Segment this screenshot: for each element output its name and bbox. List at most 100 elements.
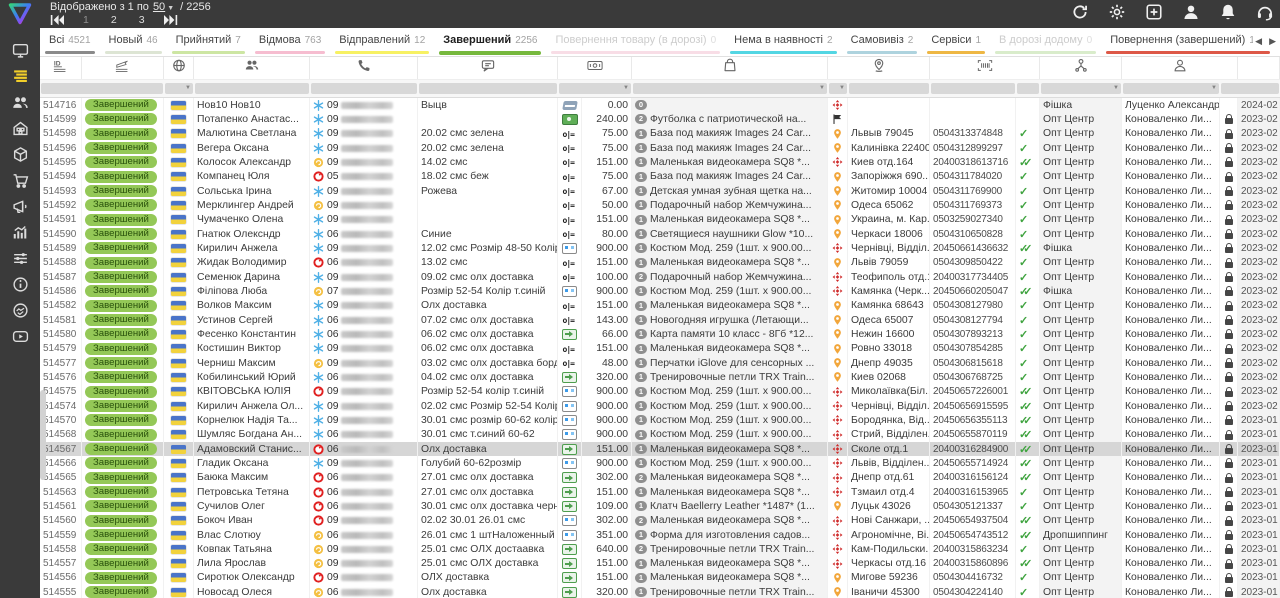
page-2-button[interactable]: 2	[107, 14, 121, 26]
notifications-bell-icon[interactable]	[1219, 3, 1237, 21]
order-row[interactable]: 514592ЗавершенийМерклингер Андрей0950.00…	[40, 198, 1280, 212]
order-row[interactable]: 514560ЗавершенийБокоч Иван0902.02 30.01 …	[40, 514, 1280, 528]
sidebar-item-video-tutorials[interactable]	[0, 326, 40, 352]
tab-7[interactable]: Повернення товару (в дорозі)0	[546, 28, 725, 56]
order-row[interactable]: 514589ЗавершенийКирилич Анжела0912.02 см…	[40, 241, 1280, 255]
order-row[interactable]: 514576ЗавершенийКобилинський Юрий0604.02…	[40, 370, 1280, 384]
page-1-button[interactable]: 1	[79, 14, 93, 26]
sidebar-item-products-box[interactable]	[0, 144, 40, 170]
header-address-column-icon[interactable]	[828, 57, 930, 79]
order-row[interactable]: 514563ЗавершенийПетровська Тетяна0627.01…	[40, 485, 1280, 499]
tab-1[interactable]: Всі4521	[40, 28, 100, 56]
vertical-scrollbar-thumb[interactable]	[40, 390, 46, 480]
header-product-column-icon[interactable]	[632, 57, 828, 79]
tab-11[interactable]: В дорозі додому0	[990, 28, 1101, 56]
order-row[interactable]: 514568ЗавершенийШумляс Богдана Ан...0630…	[40, 428, 1280, 442]
header-manager-column-icon[interactable]	[1122, 57, 1238, 79]
order-row[interactable]: 514566ЗавершенийГладик Оксана09Голубий 6…	[40, 456, 1280, 470]
order-row[interactable]: 514558ЗавершенийКовпак Татьяна0925.01 см…	[40, 542, 1280, 556]
order-row[interactable]: 514561ЗавершенийСучилов Олег0630.01 смс …	[40, 499, 1280, 513]
sidebar-item-customers[interactable]	[0, 92, 40, 118]
header-status-column-icon[interactable]	[82, 57, 164, 79]
order-row[interactable]: 514595ЗавершенийКолосок Александр0914.02…	[40, 155, 1280, 169]
tabs-scroll-right-icon[interactable]: ▶	[1269, 36, 1276, 47]
column-filter-input[interactable]	[931, 83, 1015, 94]
tab-2[interactable]: Новый46	[100, 28, 167, 56]
header-tracking-column-icon[interactable]	[930, 57, 1040, 79]
sidebar-item-statistics-chart[interactable]	[0, 222, 40, 248]
page-3-button[interactable]: 3	[135, 14, 149, 26]
sidebar-item-orders-list[interactable]	[0, 66, 40, 92]
account-icon[interactable]	[1182, 3, 1200, 21]
order-row[interactable]: 514587ЗавершенийСеменюк Дарина0909.02 см…	[40, 270, 1280, 284]
tab-6[interactable]: Завершений2256	[434, 28, 546, 56]
tab-5[interactable]: Відправлений12	[330, 28, 434, 56]
column-filter-input[interactable]: ▼	[829, 83, 847, 94]
support-headset-icon[interactable]	[1256, 3, 1274, 21]
sidebar-item-dashboard-monitor[interactable]	[0, 40, 40, 66]
header-phone-column-icon[interactable]	[310, 57, 418, 79]
order-row[interactable]: 514557ЗавершенийЛила Ярослав0925.01 смс …	[40, 557, 1280, 571]
column-filter-input[interactable]	[41, 83, 163, 94]
column-filter-input[interactable]: ▼	[1123, 83, 1219, 94]
tabs-scroll-left-icon[interactable]: ◀	[1255, 36, 1262, 47]
header-comment-column-icon[interactable]	[418, 57, 558, 79]
order-row[interactable]: 514556ЗавершенийСиротюк Олександр09ОЛХ д…	[40, 571, 1280, 585]
sidebar-item-info[interactable]	[0, 274, 40, 300]
order-row[interactable]: 514591ЗавершенийЧумаченко Олена09151.001…	[40, 213, 1280, 227]
header-payment-column-icon[interactable]	[558, 57, 632, 79]
order-row[interactable]: 514565ЗавершенийБаюка Максим0627.01 смс …	[40, 471, 1280, 485]
tab-8[interactable]: Нема в наявності2	[725, 28, 841, 56]
order-row[interactable]: 514575ЗавершенийКВІТОВСЬКА ЮЛІЯ09Розмір …	[40, 385, 1280, 399]
order-row[interactable]: 514574ЗавершенийКирилич Анжела Ол...0902…	[40, 399, 1280, 413]
refresh-icon[interactable]	[1071, 3, 1089, 21]
add-square-icon[interactable]	[1145, 3, 1163, 21]
header-date-column[interactable]	[1238, 57, 1280, 79]
header-country-column-icon[interactable]	[164, 57, 194, 79]
column-filter-input[interactable]	[1017, 83, 1039, 94]
order-row[interactable]: 514596ЗавершенийВегера Оксана0920.02 смс…	[40, 141, 1280, 155]
order-row[interactable]: 514598ЗавершенийМалютина Светлана0920.02…	[40, 127, 1280, 141]
column-filter-input[interactable]: ▼	[633, 83, 827, 94]
order-row[interactable]: 514588ЗавершенийЖидак Володимир0613.02 с…	[40, 256, 1280, 270]
last-page-icon[interactable]	[163, 14, 178, 26]
order-row[interactable]: 514582ЗавершенийВолков Максим09Олх доста…	[40, 299, 1280, 313]
tab-3[interactable]: Прийнятий7	[167, 28, 250, 56]
column-filter-input[interactable]	[849, 83, 929, 94]
app-logo-icon[interactable]	[7, 2, 33, 26]
first-page-icon[interactable]	[50, 14, 65, 26]
column-filter-input[interactable]	[195, 83, 309, 94]
tab-4[interactable]: Відмова763	[250, 28, 330, 56]
column-filter-input[interactable]	[1221, 83, 1279, 94]
order-row[interactable]: 514567ЗавершенийАдамовский Станис...06Ол…	[40, 442, 1280, 456]
order-row[interactable]: 514716ЗавершенийНов10 Нов1009Выцв0.000Фі…	[40, 98, 1280, 112]
order-row[interactable]: 514599ЗавершенийПотапенко Анастас...0924…	[40, 112, 1280, 126]
order-row[interactable]: 514570ЗавершенийКорнелюк Надія Та...0930…	[40, 413, 1280, 427]
column-filter-input[interactable]: ▼	[1041, 83, 1121, 94]
header-id-column-icon[interactable]: ID	[40, 57, 82, 79]
column-filter-input[interactable]: ▼	[559, 83, 631, 94]
order-row[interactable]: 514593ЗавершенийСольська Ірина09Рожева67…	[40, 184, 1280, 198]
column-filter-input[interactable]	[311, 83, 417, 94]
tab-9[interactable]: Самовивіз2	[842, 28, 923, 56]
header-customer-column-icon[interactable]	[194, 57, 310, 79]
tab-12[interactable]: Повернення (завершений)125	[1101, 28, 1275, 56]
sidebar-item-partners-handshake[interactable]	[0, 300, 40, 326]
order-row[interactable]: 514590ЗавершенийГнатюк Олексндр06Синие80…	[40, 227, 1280, 241]
order-row[interactable]: 514580ЗавершенийФесенко Константин0606.0…	[40, 327, 1280, 341]
column-filter-input[interactable]	[419, 83, 557, 94]
header-fulfillment-column-icon[interactable]	[1040, 57, 1122, 79]
order-row[interactable]: 514586ЗавершенийФіліпова Люба07Розмір 52…	[40, 284, 1280, 298]
column-filter-input[interactable]: ▼	[165, 83, 193, 94]
sidebar-item-settings-sliders[interactable]	[0, 248, 40, 274]
sidebar-item-warehouse[interactable]	[0, 118, 40, 144]
tab-10[interactable]: Сервіси1	[922, 28, 990, 56]
order-row[interactable]: 514581ЗавершенийУстинов Сергей0607.02 см…	[40, 313, 1280, 327]
sidebar-item-purchases-cart[interactable]	[0, 170, 40, 196]
settings-gear-icon[interactable]	[1108, 3, 1126, 21]
order-row[interactable]: 514579ЗавершенийКостишин Виктор0906.02 с…	[40, 342, 1280, 356]
order-row[interactable]: 514555ЗавершенийНовосад Олеся06Олх доста…	[40, 585, 1280, 598]
sidebar-item-marketing-megaphone[interactable]	[0, 196, 40, 222]
order-row[interactable]: 514594ЗавершенийКомпанец Юля0518.02 смс …	[40, 170, 1280, 184]
shown-range[interactable]: Відображено з 1 по50▼/ 2256	[50, 1, 211, 13]
